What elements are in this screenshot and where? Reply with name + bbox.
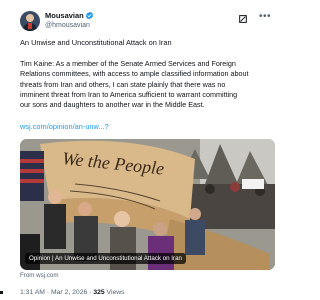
more-options-icon[interactable]: •••: [259, 12, 271, 22]
link-preview-card[interactable]: We the People Opinion | An Unwise and Un…: [20, 139, 275, 270]
meta-separator: ·: [89, 289, 92, 296]
verified-badge-icon: [85, 11, 94, 20]
post-body-line: our sons and daughters to another war in…: [20, 100, 205, 110]
grok-icon[interactable]: [238, 14, 248, 24]
post-body-line: Tim Kaine: As a member of the Senate Arm…: [20, 59, 236, 68]
display-name[interactable]: Mousavian: [45, 11, 84, 20]
viewport-edge-mark: [0, 291, 3, 294]
views-count: 325: [93, 289, 105, 296]
post-body-line: imminent threat from Iran to America suf…: [20, 89, 238, 99]
meta-separator: ·: [46, 289, 50, 296]
post-body-line: Relations committees, with access to amp…: [20, 69, 249, 79]
link-source[interactable]: From wsj.com: [20, 272, 59, 279]
views-label: Views: [106, 289, 125, 296]
post-body-line: threats from Iran and others, I can stat…: [20, 79, 226, 89]
user-handle[interactable]: @hmousavian: [45, 22, 90, 29]
article-link[interactable]: wsj.com/opinion/an-unw...?: [20, 122, 109, 131]
post-title: An Unwise and Unconstitutional Attack on…: [20, 38, 172, 47]
post-date[interactable]: Mar 2, 2026: [51, 289, 87, 296]
avatar[interactable]: [20, 11, 40, 31]
post-time[interactable]: 1:31 AM: [20, 289, 45, 296]
post-header: Mousavian @hmousavian •••: [10, 10, 280, 36]
post-meta: 1:31 AM · Mar 2, 2026 · 325 Views: [20, 289, 125, 296]
preview-image: We the People: [20, 139, 275, 270]
post-body: Tim Kaine: As a member of the Senate Arm…: [20, 59, 282, 110]
post-card[interactable]: Mousavian @hmousavian ••• An Unwise and …: [10, 0, 280, 300]
preview-caption: Opinion | An Unwise and Unconstitutional…: [25, 253, 186, 264]
